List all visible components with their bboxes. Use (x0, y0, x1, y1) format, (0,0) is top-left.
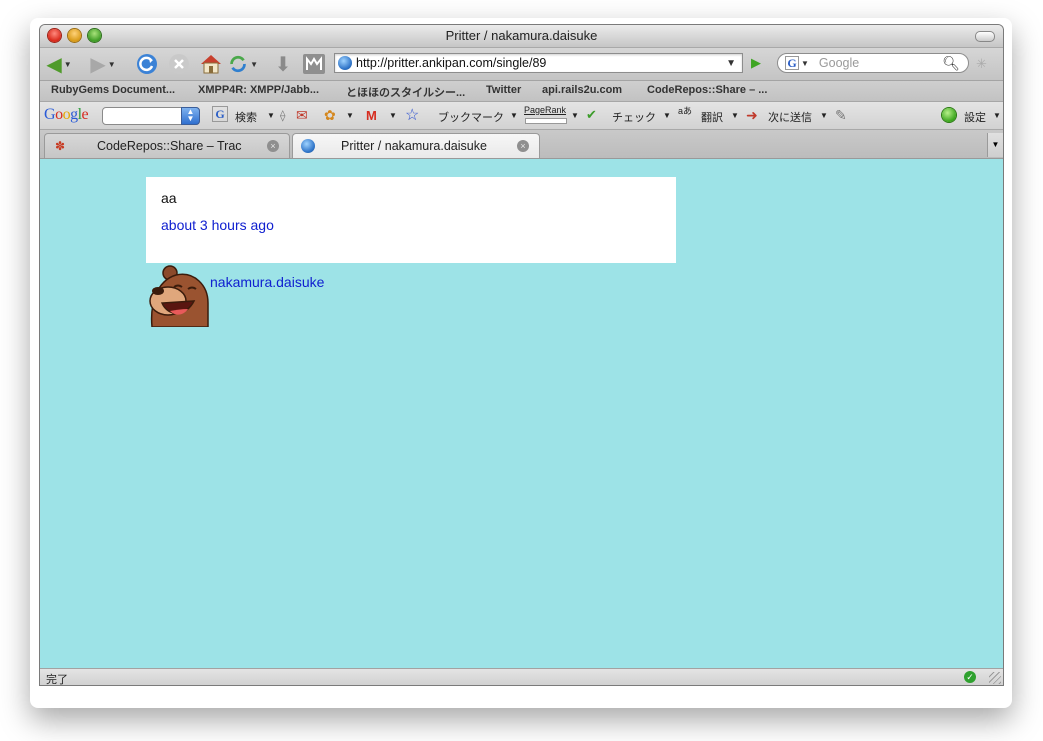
home-icon (201, 55, 221, 74)
go-button[interactable]: ▶ (746, 54, 766, 72)
back-button[interactable]: ◀ ▼ (44, 52, 74, 76)
google-search-dropdown-button[interactable]: ▲ ▼ (181, 107, 200, 125)
bookmark-item[interactable]: Twitter (486, 84, 521, 96)
sync-button[interactable]: ▼ (228, 52, 258, 76)
search-engine-dropdown-icon[interactable]: ▼ (801, 59, 809, 68)
bookmark-item[interactable]: XMPP4R: XMPP/Jabb... (198, 84, 319, 96)
site-globe-icon (301, 139, 315, 153)
status-bar: 完了 ✓ (40, 668, 1003, 685)
gmail-dropdown-icon[interactable]: ▼ (389, 111, 397, 120)
puzzle-icon[interactable]: ✿ (324, 107, 336, 124)
download-arrow-icon: ⬇ (274, 53, 292, 76)
send-to-button[interactable]: 次に送信 (768, 109, 812, 125)
google-engine-icon[interactable]: G (785, 56, 799, 70)
check-dropdown-icon[interactable]: ▼ (663, 111, 671, 120)
security-ok-icon[interactable]: ✓ (964, 671, 976, 683)
url-bar[interactable]: http://pritter.ankipan.com/single/89 ▼ (334, 53, 743, 73)
back-arrow-icon: ◀ (46, 53, 62, 76)
pagerank-label[interactable]: PageRank (524, 105, 566, 115)
forward-arrow-icon: ▶ (90, 53, 106, 76)
check-button[interactable]: チェック (612, 109, 656, 125)
sync-icon (230, 55, 246, 73)
send-to-dropdown-icon[interactable]: ▼ (820, 111, 828, 120)
url-text[interactable]: http://pritter.ankipan.com/single/89 (356, 56, 726, 70)
activity-spinner-icon: ✳ (976, 56, 987, 71)
bookmark-item[interactable]: CodeRepos::Share – ... (647, 84, 767, 96)
bookmark-item[interactable]: RubyGems Document... (51, 84, 175, 96)
tab-label: CodeRepos::Share – Trac (97, 139, 242, 153)
reload-button[interactable] (134, 52, 160, 76)
news-icon[interactable]: ✉︎ (296, 107, 308, 124)
site-globe-icon (338, 56, 352, 70)
tab-coderepos[interactable]: ✽ CodeRepos::Share – Trac × (44, 133, 290, 158)
search-button[interactable]: 検索 (235, 109, 257, 125)
trac-paw-icon: ✽ (55, 139, 66, 153)
separator-handle-icon: ⟠ (280, 110, 286, 122)
google-toolbar: Google ▲ ▼ G 検索 ▼ ⟠ ✉︎ ✿ ▼ M ▼ ☆ ブックマーク ▼… (40, 102, 1003, 130)
window-title: Pritter / nakamura.daisuke (445, 28, 598, 43)
url-history-dropdown-icon[interactable]: ▼ (726, 58, 736, 69)
puzzle-dropdown-icon[interactable]: ▼ (346, 111, 354, 120)
bookmark-item[interactable]: api.rails2u.com (542, 84, 622, 96)
google-search-icon[interactable]: G (212, 106, 228, 122)
google-logo[interactable]: Google (44, 106, 89, 124)
settings-dropdown-icon[interactable]: ▼ (993, 111, 1001, 120)
tab-list-menu-button[interactable]: ▼ (987, 133, 1003, 157)
pagerank-bar (525, 118, 567, 124)
post-text: aa (161, 190, 177, 206)
download-button[interactable]: ⬇ (272, 52, 294, 76)
forward-button[interactable]: ▶ ▼ (88, 52, 118, 76)
title-bar: Pritter / nakamura.daisuke (40, 25, 1003, 48)
settings-status-icon[interactable] (942, 108, 956, 122)
stop-button[interactable] (166, 52, 192, 76)
sync-dropdown-icon[interactable]: ▼ (250, 60, 258, 69)
post-card: aa about 3 hours ago (146, 177, 676, 263)
pagerank-dropdown-icon[interactable]: ▼ (571, 111, 579, 120)
go-arrow-icon: ▶ (751, 55, 761, 70)
translate-icon[interactable]: aあ (678, 107, 692, 116)
bookmark-item[interactable]: とほほのスタイルシー... (346, 84, 465, 100)
forward-history-dropdown-icon[interactable]: ▼ (108, 60, 116, 69)
stop-icon (169, 54, 189, 74)
settings-button[interactable]: 設定 (964, 109, 986, 125)
m-logo-icon (303, 54, 325, 74)
close-tab-icon[interactable]: × (267, 140, 279, 152)
search-dropdown-icon[interactable]: ▼ (267, 111, 275, 120)
home-button[interactable] (198, 52, 224, 76)
reload-icon (137, 54, 157, 74)
tab-bar: ✽ CodeRepos::Share – Trac × Pritter / na… (40, 130, 1003, 159)
navigation-toolbar: ◀ ▼ ▶ ▼ ▼ ⬇ http://pritter.ankipan.com/s… (40, 48, 1003, 81)
bookmark-menu-button[interactable]: ブックマーク (438, 109, 504, 125)
tab-pritter[interactable]: Pritter / nakamura.daisuke × (292, 133, 540, 158)
bookmark-star-icon[interactable]: ☆ (405, 105, 419, 125)
bookmarks-bar: RubyGems Document... XMPP4R: XMPP/Jabb..… (40, 81, 1003, 102)
close-tab-icon[interactable]: × (517, 140, 529, 152)
resize-grip-icon[interactable] (989, 672, 1001, 684)
bookmark-dropdown-icon[interactable]: ▼ (510, 111, 518, 120)
avatar[interactable] (148, 263, 210, 328)
toolbar-toggle-button[interactable] (975, 31, 995, 42)
back-history-dropdown-icon[interactable]: ▼ (64, 60, 72, 69)
post-timestamp-link[interactable]: about 3 hours ago (161, 217, 274, 233)
search-box[interactable]: G ▼ Google 🔍︎ (777, 53, 969, 73)
search-input[interactable]: Google (819, 56, 942, 70)
browser-window: Pritter / nakamura.daisuke ◀ ▼ ▶ ▼ ▼ ⬇ h… (40, 25, 1003, 685)
translate-button[interactable]: 翻訳 (701, 109, 723, 125)
highlight-pen-icon[interactable]: ✎ (835, 107, 847, 124)
tab-label: Pritter / nakamura.daisuke (341, 139, 487, 153)
translate-dropdown-icon[interactable]: ▼ (731, 111, 739, 120)
gmail-icon[interactable]: M (366, 108, 377, 123)
status-text: 完了 (46, 674, 68, 685)
username-link[interactable]: nakamura.daisuke (210, 274, 324, 290)
spellcheck-icon[interactable]: ✔ (586, 107, 597, 123)
bear-avatar-icon (148, 263, 210, 328)
send-to-icon[interactable]: ➜ (746, 107, 758, 124)
mozilla-menu-button[interactable] (302, 52, 326, 76)
page-content: aa about 3 hours ago nakamura.daisuke (40, 159, 1003, 668)
search-magnifier-icon[interactable]: 🔍︎ (942, 55, 960, 72)
